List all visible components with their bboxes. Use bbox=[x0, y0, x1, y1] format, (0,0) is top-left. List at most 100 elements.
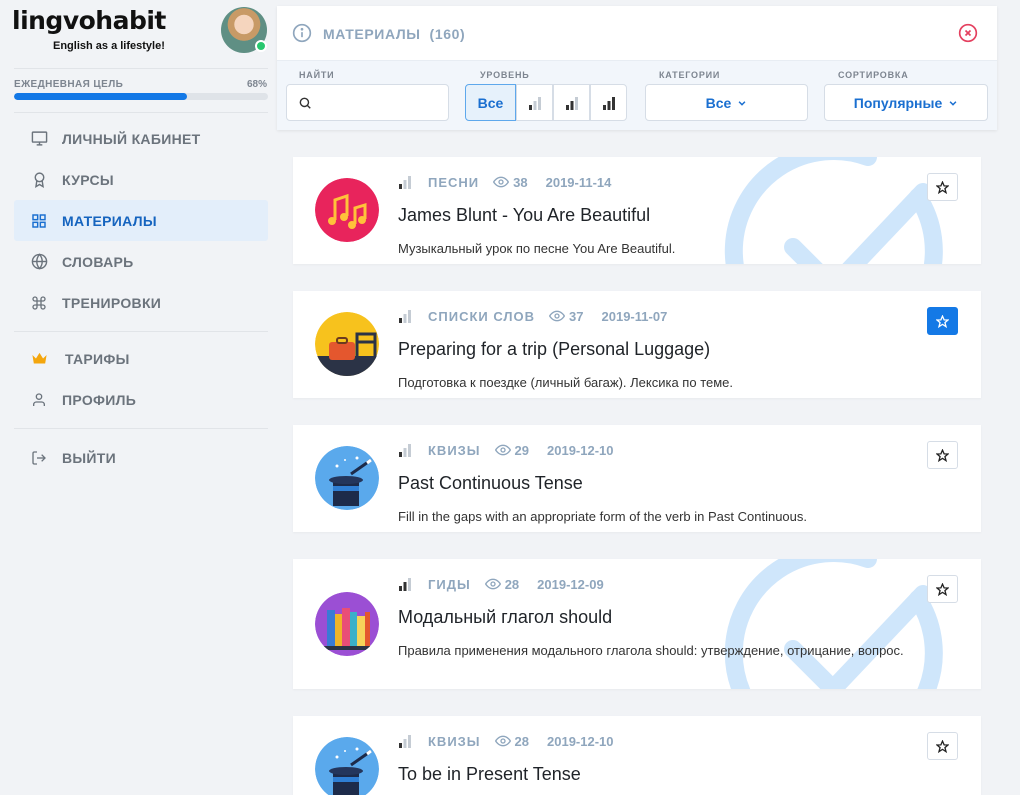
eye-icon bbox=[549, 310, 566, 322]
level-filter-beginner[interactable] bbox=[516, 84, 553, 121]
card-category: КВИЗЫ bbox=[428, 733, 481, 749]
sidebar-item-label: ПРОФИЛЬ bbox=[62, 391, 137, 408]
card-description: Подготовка к поездке (личный багаж). Лек… bbox=[398, 375, 734, 390]
card-meta: ПЕСНИ 38 2019-11-14 bbox=[398, 174, 611, 190]
books-icon bbox=[315, 592, 379, 656]
card-title[interactable]: Past Continuous Tense bbox=[398, 473, 583, 494]
material-card[interactable]: СПИСКИ СЛОВ 37 2019-11-07 Preparing for … bbox=[293, 291, 981, 398]
level-label: УРОВЕНЬ bbox=[480, 70, 530, 80]
sidebar-item-tariffs[interactable]: ТАРИФЫ bbox=[14, 338, 268, 379]
card-category: КВИЗЫ bbox=[428, 442, 481, 458]
award-icon bbox=[30, 171, 48, 189]
level-1-icon bbox=[399, 735, 411, 748]
material-card[interactable]: КВИЗЫ 28 2019-12-10 To be in Present Ten… bbox=[293, 716, 981, 795]
app-tagline: English as a lifestyle! bbox=[53, 40, 165, 52]
info-icon bbox=[292, 23, 312, 43]
card-category: ГИДЫ bbox=[428, 576, 471, 592]
sidebar-item-dictionary[interactable]: СЛОВАРЬ bbox=[14, 241, 268, 282]
favorite-button[interactable] bbox=[927, 441, 958, 469]
category-value: Все bbox=[705, 94, 732, 111]
card-description: Правила применения модального глагола sh… bbox=[398, 643, 904, 658]
level-filter-advanced[interactable] bbox=[590, 84, 627, 121]
card-date: 2019-11-14 bbox=[545, 174, 612, 190]
grid-icon bbox=[30, 212, 48, 230]
level-2-icon bbox=[565, 96, 578, 110]
favorite-button[interactable] bbox=[927, 173, 958, 201]
divider bbox=[14, 331, 268, 332]
card-meta: ГИДЫ 28 2019-12-09 bbox=[398, 576, 604, 592]
card-views: 29 bbox=[514, 442, 530, 458]
star-icon bbox=[936, 314, 949, 328]
card-title[interactable]: James Blunt - You Are Beautiful bbox=[398, 205, 650, 226]
card-category: ПЕСНИ bbox=[428, 174, 480, 190]
card-category: СПИСКИ СЛОВ bbox=[428, 308, 536, 324]
card-title[interactable]: To be in Present Tense bbox=[398, 764, 581, 785]
card-views: 28 bbox=[504, 576, 520, 592]
sidebar-item-courses[interactable]: КУРСЫ bbox=[14, 159, 268, 200]
sidebar-item-label: КУРСЫ bbox=[62, 171, 114, 188]
sidebar-item-materials[interactable]: МАТЕРИАЛЫ bbox=[14, 200, 268, 241]
card-date: 2019-12-10 bbox=[547, 442, 614, 458]
filters-bar: НАЙТИ УРОВЕНЬ Все КАТЕГОРИИ Все СОРТИРОВ… bbox=[277, 60, 997, 130]
card-views: 28 bbox=[514, 733, 530, 749]
sidebar-item-profile[interactable]: ПРОФИЛЬ bbox=[14, 379, 268, 420]
eye-icon bbox=[493, 176, 510, 188]
star-icon bbox=[936, 448, 949, 462]
material-card[interactable]: КВИЗЫ 29 2019-12-10 Past Continuous Tens… bbox=[293, 425, 981, 532]
sidebar-item-logout[interactable]: ВЫЙТИ bbox=[14, 437, 268, 478]
favorite-button[interactable] bbox=[927, 307, 958, 335]
online-status-dot bbox=[255, 40, 267, 52]
material-card[interactable]: ГИДЫ 28 2019-12-09 Модальный глагол shou… bbox=[293, 559, 981, 689]
sidebar-item-label: ЛИЧНЫЙ КАБИНЕТ bbox=[62, 130, 201, 147]
level-1-icon bbox=[399, 444, 411, 457]
card-description: Музыкальный урок по песне You Are Beauti… bbox=[398, 241, 676, 256]
card-date: 2019-12-10 bbox=[547, 733, 614, 749]
search-input[interactable] bbox=[286, 84, 449, 121]
category-label: КАТЕГОРИИ bbox=[659, 70, 721, 80]
daily-goal-progress-fill bbox=[14, 93, 187, 100]
eye-icon bbox=[494, 444, 511, 456]
command-icon bbox=[30, 294, 48, 312]
star-icon bbox=[936, 180, 949, 194]
materials-panel: МАТЕРИАЛЫ (160) НАЙТИ УРОВЕНЬ Все КАТЕГО… bbox=[277, 6, 997, 130]
sidebar-item-label: ТАРИФЫ bbox=[65, 350, 130, 367]
card-views: 38 bbox=[513, 174, 528, 190]
level-2-icon bbox=[399, 578, 411, 591]
card-views: 37 bbox=[569, 308, 584, 324]
star-icon bbox=[936, 739, 949, 753]
level-1-icon bbox=[399, 176, 411, 189]
star-icon bbox=[936, 582, 949, 596]
card-description: Fill in the gaps with an appropriate for… bbox=[398, 509, 807, 524]
sidebar-item-dashboard[interactable]: ЛИЧНЫЙ КАБИНЕТ bbox=[14, 118, 268, 159]
sort-dropdown[interactable]: Популярные bbox=[824, 84, 988, 121]
luggage-icon bbox=[315, 312, 379, 376]
favorite-button[interactable] bbox=[927, 575, 958, 603]
daily-goal-progress bbox=[14, 93, 268, 100]
search-icon bbox=[298, 96, 312, 110]
level-1-icon bbox=[528, 96, 541, 110]
user-icon bbox=[30, 391, 48, 409]
globe-icon bbox=[30, 253, 48, 271]
completed-check-icon bbox=[724, 559, 943, 689]
daily-goal-percent: 68% bbox=[246, 79, 267, 90]
logout-icon bbox=[30, 449, 48, 467]
sidebar: lingvohabit English as a lifestyle! ЕЖЕД… bbox=[0, 0, 282, 795]
card-meta: СПИСКИ СЛОВ 37 2019-11-07 bbox=[398, 308, 667, 324]
sidebar-item-label: МАТЕРИАЛЫ bbox=[62, 212, 157, 229]
card-title[interactable]: Модальный глагол should bbox=[398, 607, 612, 628]
sidebar-item-trainings[interactable]: ТРЕНИРОВКИ bbox=[14, 282, 268, 323]
crown-icon bbox=[30, 350, 48, 368]
divider bbox=[14, 428, 268, 429]
sidebar-item-label: СЛОВАРЬ bbox=[62, 253, 134, 270]
close-icon[interactable] bbox=[958, 23, 978, 43]
card-meta: КВИЗЫ 28 2019-12-10 bbox=[398, 733, 614, 749]
app-logo[interactable]: lingvohabit bbox=[12, 6, 166, 35]
level-filter-intermediate[interactable] bbox=[553, 84, 590, 121]
material-card[interactable]: ПЕСНИ 38 2019-11-14 James Blunt - You Ar… bbox=[293, 157, 981, 264]
sort-value: Популярные bbox=[853, 94, 943, 111]
card-title[interactable]: Preparing for a trip (Personal Luggage) bbox=[398, 339, 710, 360]
magic-hat-icon bbox=[315, 446, 379, 510]
level-filter-all[interactable]: Все bbox=[465, 84, 516, 121]
category-dropdown[interactable]: Все bbox=[645, 84, 808, 121]
favorite-button[interactable] bbox=[927, 732, 958, 760]
